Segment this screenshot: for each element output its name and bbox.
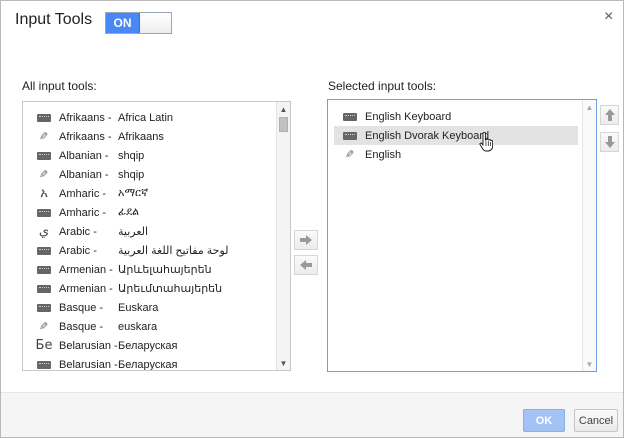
- toggle-off-track: [140, 13, 171, 33]
- selected-tool-name: English Dvorak Keyboard: [365, 129, 490, 142]
- tool-name: Afrikaans -: [59, 111, 112, 124]
- tool-name: Armenian -: [59, 263, 113, 276]
- all-tools-label: All input tools:: [22, 79, 97, 93]
- keyboard-icon: [37, 359, 51, 371]
- tool-name: Belarusian -: [59, 339, 118, 352]
- selected-tool-name: English Keyboard: [365, 110, 452, 123]
- input-tools-dialog: Input Tools ON × All input tools: Select…: [0, 0, 624, 438]
- pencil-icon: ✎: [345, 148, 355, 161]
- scroll-down-arrow-icon[interactable]: ▼: [277, 356, 290, 370]
- keyboard-icon: [37, 283, 51, 295]
- tool-name: Basque -: [59, 301, 104, 314]
- all-tools-list[interactable]: Afrikaans - Africa Latin ✎ Afrikaans - Afrik…: [22, 101, 291, 371]
- list-item[interactable]: Albanian - shqip: [23, 146, 274, 165]
- tool-native-name: euskara: [118, 320, 158, 333]
- cancel-button[interactable]: Cancel: [574, 409, 618, 432]
- keyboard-icon: [37, 302, 51, 314]
- list-item[interactable]: ✎ Basque - euskara: [23, 317, 274, 336]
- tool-native-name: Արևելահայերեն: [118, 264, 212, 276]
- list-item[interactable]: Бе Belarusian - Беларуская: [23, 336, 274, 355]
- list-item[interactable]: Basque - Euskara: [23, 298, 274, 317]
- tool-native-name: Africa Latin: [118, 111, 174, 124]
- tool-name: Albanian -: [59, 149, 109, 162]
- character-icon: አ: [40, 185, 48, 201]
- keyboard-icon: [37, 264, 51, 276]
- tool-name: Amharic -: [59, 187, 107, 200]
- tool-native-name: العربية: [118, 226, 149, 238]
- tool-name: Amharic -: [59, 206, 107, 219]
- tool-native-name: shqip: [118, 168, 145, 181]
- selected-list-item[interactable]: ✎ English: [334, 145, 578, 164]
- list-item[interactable]: Belarusian - Беларуская: [23, 355, 274, 371]
- selected-tools-label: Selected input tools:: [328, 79, 437, 93]
- tool-native-name: Արեւմտահայերեն: [118, 283, 223, 295]
- arrow-left-icon: [300, 260, 312, 270]
- character-icon: ي: [38, 223, 50, 239]
- ok-button[interactable]: OK: [523, 409, 565, 432]
- tool-name: Albanian -: [59, 168, 109, 181]
- move-up-button[interactable]: [600, 105, 619, 125]
- scroll-down-arrow-icon[interactable]: ▼: [583, 357, 596, 371]
- list-item[interactable]: አ Amharic - አማርኛ: [23, 184, 274, 203]
- character-icon: Бе: [35, 337, 53, 353]
- list-item[interactable]: Armenian - Արևելահայերեն: [23, 260, 274, 279]
- list-item[interactable]: ✎ Afrikaans - Afrikaans: [23, 127, 274, 146]
- selected-tools-list[interactable]: English Keyboard English Dvorak Keyboard ✎…: [327, 99, 597, 372]
- keyboard-icon: [343, 111, 357, 123]
- list-item[interactable]: Amharic - ፊደል: [23, 203, 274, 222]
- add-tool-button[interactable]: [294, 230, 318, 250]
- tool-name: Arabic -: [59, 225, 97, 238]
- tool-name: Basque -: [59, 320, 104, 333]
- selected-list-item[interactable]: English Dvorak Keyboard: [334, 126, 578, 145]
- keyboard-icon: [37, 150, 51, 162]
- tool-native-name: Беларуская: [118, 358, 178, 371]
- tool-native-name: Euskara: [118, 301, 159, 314]
- list-item[interactable]: ي Arabic - العربية: [23, 222, 274, 241]
- toggle-on-label: ON: [106, 13, 140, 33]
- move-down-button[interactable]: [600, 132, 619, 152]
- list-item[interactable]: Arabic - لوحة مفاتيح اللغة العربية: [23, 241, 274, 260]
- tool-native-name: አማርኛ: [118, 187, 149, 199]
- tool-native-name: shqip: [118, 149, 145, 162]
- arrow-up-icon: [604, 109, 615, 121]
- dialog-title: Input Tools: [15, 11, 93, 28]
- pencil-icon: ✎: [39, 130, 49, 143]
- scroll-up-arrow-icon[interactable]: ▲: [583, 100, 596, 114]
- tool-native-name: Беларуская: [118, 339, 178, 352]
- scrollbar-thumb[interactable]: [279, 117, 288, 132]
- remove-tool-button[interactable]: [294, 255, 318, 275]
- list-item[interactable]: ✎ Albanian - shqip: [23, 165, 274, 184]
- list-item[interactable]: Armenian - Արեւմտահայերեն: [23, 279, 274, 298]
- pencil-icon: ✎: [39, 168, 49, 181]
- scroll-up-arrow-icon[interactable]: ▲: [277, 102, 290, 116]
- tool-native-name: ፊደል: [118, 206, 140, 218]
- tool-name: Arabic -: [59, 244, 97, 257]
- close-icon[interactable]: ×: [604, 9, 613, 25]
- hand-cursor-icon: [479, 132, 493, 152]
- keyboard-icon: [343, 130, 357, 142]
- selected-list-item[interactable]: English Keyboard: [334, 107, 578, 126]
- on-off-toggle[interactable]: ON: [105, 12, 172, 34]
- tool-name: Afrikaans -: [59, 130, 112, 143]
- tool-name: Armenian -: [59, 282, 113, 295]
- list-item[interactable]: Afrikaans - Africa Latin: [23, 108, 274, 127]
- arrow-right-icon: [300, 235, 312, 245]
- selected-tool-name: English: [365, 148, 402, 161]
- all-tools-scrollbar[interactable]: ▲ ▼: [276, 102, 290, 370]
- selected-tools-scrollbar[interactable]: ▲ ▼: [582, 100, 596, 371]
- keyboard-icon: [37, 112, 51, 124]
- pencil-icon: ✎: [39, 320, 49, 333]
- tool-name: Belarusian -: [59, 358, 118, 371]
- arrow-down-icon: [604, 136, 615, 148]
- tool-native-name: لوحة مفاتيح اللغة العربية: [118, 245, 229, 257]
- keyboard-icon: [37, 245, 51, 257]
- tool-native-name: Afrikaans: [118, 130, 164, 143]
- keyboard-icon: [37, 207, 51, 219]
